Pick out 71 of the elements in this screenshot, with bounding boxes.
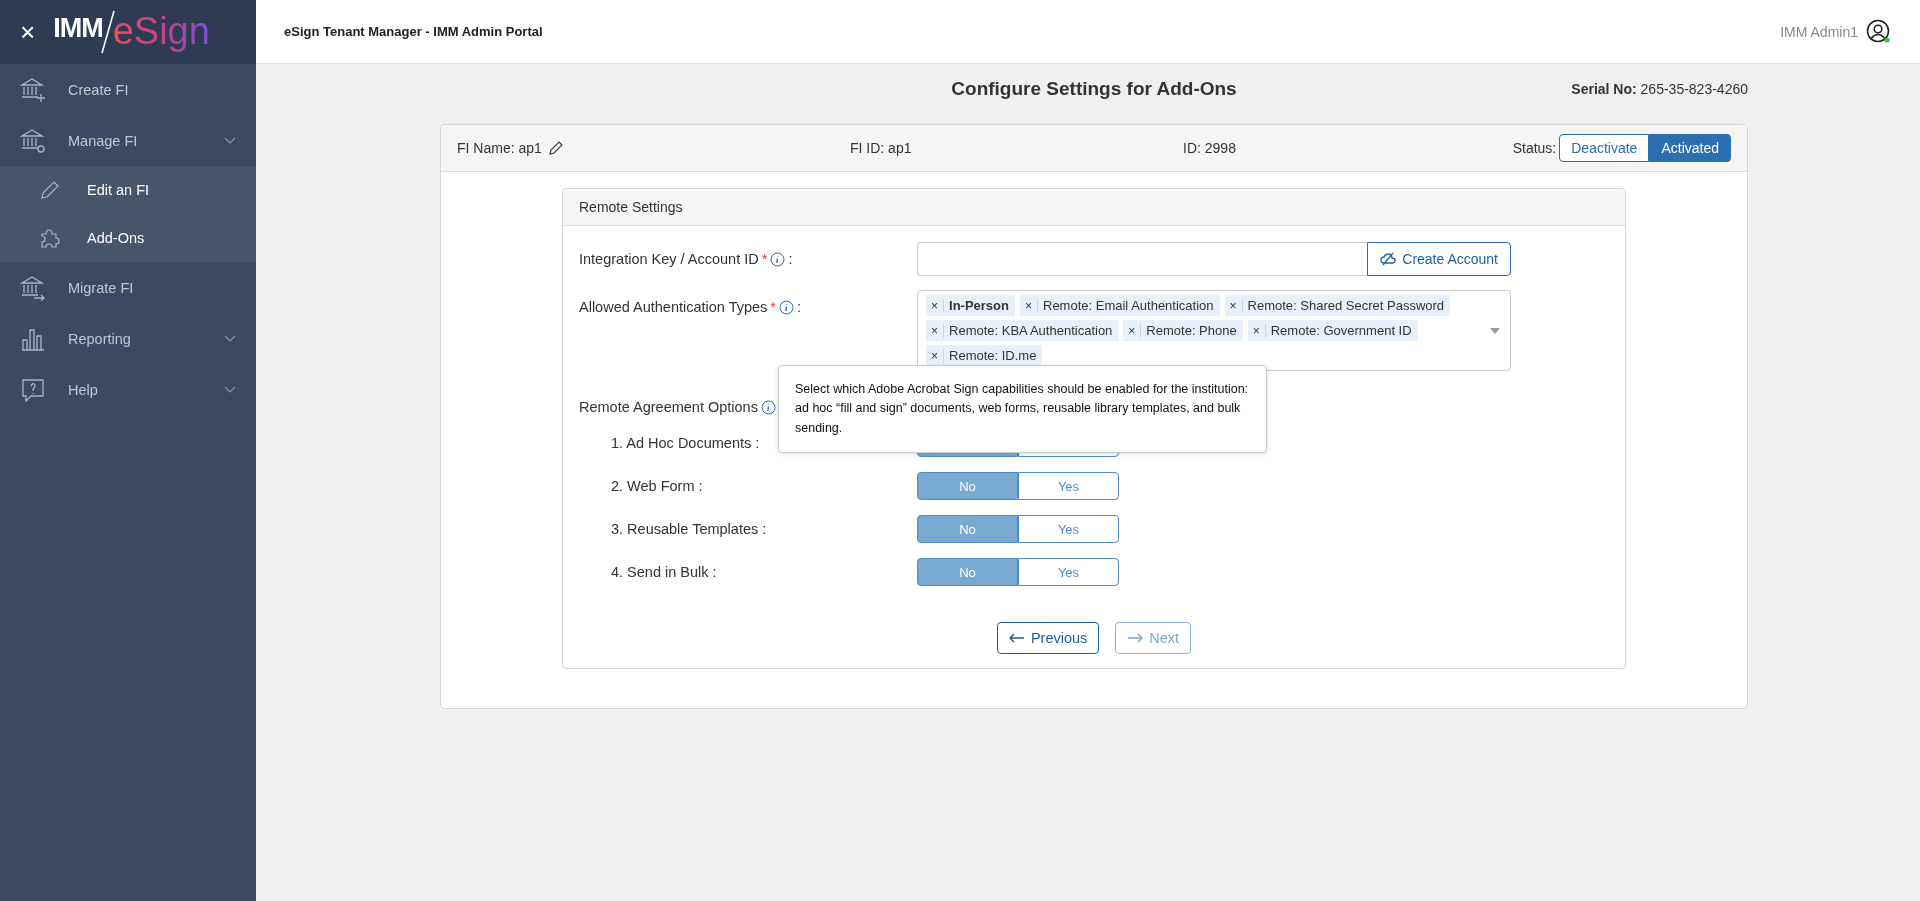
tag-label: Remote: Email Authentication [1042,298,1215,313]
previous-button[interactable]: Previous [996,622,1100,654]
panel-title: Remote Settings [563,189,1625,226]
toggle-option[interactable]: Yes [1018,472,1119,500]
sidebar-item[interactable]: Manage FI [0,115,256,166]
fi-name: FI Name: ap1 [457,140,542,156]
toggle-option[interactable]: Yes [1018,515,1119,543]
option-label: 1. Ad Hoc Documents : [610,435,761,451]
info-icon[interactable] [760,400,776,415]
record-id: ID: 2998 [1183,140,1237,156]
remove-tag-button[interactable]: × [926,348,944,363]
info-icon[interactable] [770,252,786,267]
arrow-right-icon [1127,633,1144,643]
arrow-left-icon [1008,633,1025,643]
toggle-option[interactable]: Yes [1018,558,1119,586]
sidebar-item[interactable]: Migrate FI [0,262,256,313]
tag-label: Remote: Shared Secret Password [1246,298,1446,313]
sidebar-subitem[interactable]: Edit an FI [0,166,256,214]
remove-tag-button[interactable]: × [1123,323,1142,338]
tooltip: Select which Adobe Acrobat Sign capabilities should be enabled for the institution: ad hoc “fill and sign” documents, web forms, reusable library templates, and bulk sending. [778,365,1267,454]
option-label: 2. Web Form : [610,478,704,494]
remove-tag-button[interactable]: × [1247,323,1266,338]
user-avatar-icon[interactable] [1866,18,1892,45]
required-mark: * [761,251,768,267]
caret-icon[interactable] [1490,327,1500,334]
tag-label: Remote: Phone [1145,323,1238,338]
pencil-icon [39,179,61,201]
help-icon [20,376,46,403]
status-label: Status: [1512,140,1557,156]
create-account-button[interactable]: Create Account [1367,242,1511,276]
tag-label: Remote: ID.me [948,348,1038,363]
close-button[interactable]: × [16,19,40,45]
section-label: Remote Agreement Options [579,399,758,415]
serial-number: Serial No: 265-35-823-4260 [1571,81,1748,97]
bank-icon [20,127,46,154]
tag-label: Remote: Government ID [1269,323,1413,338]
sidebar-item[interactable]: Help [0,364,256,415]
option-label: 4. Send in Bulk : [610,564,718,580]
app-title: eSign Tenant Manager - IMM Admin Portal [284,24,543,39]
status-toggle[interactable]: Activated [1649,134,1731,162]
required-mark: * [770,299,776,315]
field-label: Integration Key / Account ID [579,251,759,267]
tag-label: In-Person [948,298,1010,313]
remove-tag-button[interactable]: × [1020,298,1038,313]
sidebar-subitem[interactable]: Add-Ons [0,214,256,262]
chevron-down-icon [224,334,236,343]
user-name[interactable]: IMM Admin1 [1780,23,1858,40]
remove-tag-button[interactable]: × [926,298,944,313]
chevron-down-icon [224,136,236,145]
page-title: Configure Settings for Add-Ons [951,78,1237,100]
field-label: Allowed Authentication Types [579,299,768,315]
slash-icon [100,10,115,54]
status-toggle[interactable]: Deactivate [1559,134,1650,162]
colon: : [797,299,802,315]
bank-icon [20,76,46,103]
pencil-icon[interactable] [547,140,564,156]
logo-text: IMM [53,12,103,44]
remove-tag-button[interactable]: × [926,323,944,338]
cloud-off-icon [1380,252,1397,266]
tag-label: Remote: KBA Authentication [948,323,1114,338]
bank-icon [20,274,46,301]
fi-id: FI ID: ap1 [850,140,913,156]
info-icon[interactable] [779,300,794,315]
option-label: 3. Reusable Templates : [610,521,768,537]
remove-tag-button[interactable]: × [1224,298,1243,313]
puzzle-icon [39,227,61,249]
sidebar-item[interactable]: Create FI [0,64,256,115]
colon: : [788,251,793,267]
chevron-down-icon [224,385,236,394]
integration-key-field[interactable] [917,242,1368,276]
sidebar-item[interactable]: Reporting [0,313,256,364]
